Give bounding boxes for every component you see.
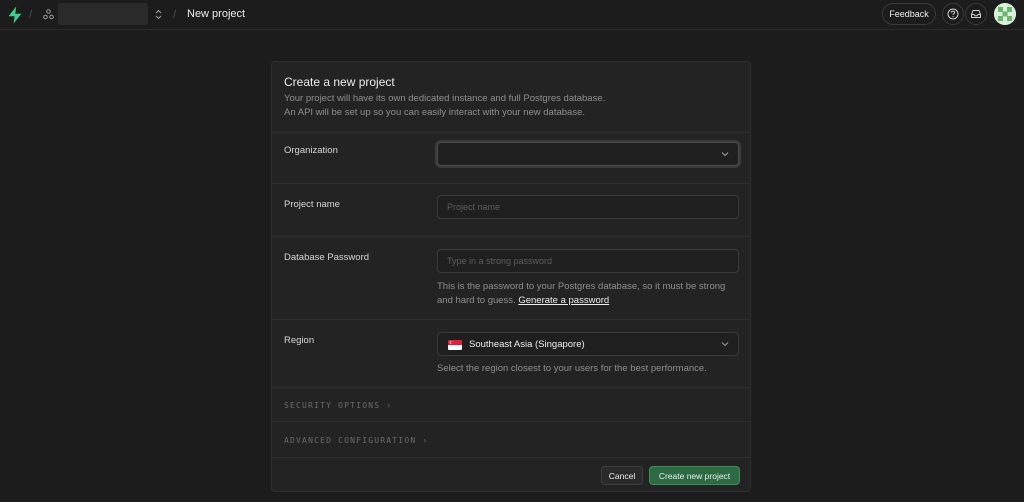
region-value: Southeast Asia (Singapore) bbox=[469, 339, 585, 350]
chevron-down-icon bbox=[721, 152, 729, 157]
breadcrumb-separator: / bbox=[173, 7, 177, 21]
advanced-configuration-row[interactable]: ADVANCED CONFIGURATION › bbox=[272, 422, 750, 457]
avatar-pattern-icon bbox=[994, 3, 1016, 25]
cancel-button[interactable]: Cancel bbox=[601, 466, 643, 485]
create-project-button[interactable]: Create new project bbox=[649, 466, 740, 485]
chevron-up-down-icon[interactable] bbox=[154, 8, 163, 21]
inbox-button[interactable] bbox=[965, 3, 987, 25]
organization-row: Organization bbox=[272, 133, 750, 184]
organization-label: Organization bbox=[284, 145, 338, 156]
help-icon bbox=[947, 8, 959, 20]
region-help-text: Select the region closest to your users … bbox=[437, 363, 707, 374]
create-project-card: Create a new project Your project will h… bbox=[271, 61, 751, 492]
user-avatar[interactable] bbox=[994, 3, 1016, 25]
advanced-configuration-toggle[interactable]: ADVANCED CONFIGURATION › bbox=[284, 436, 428, 445]
feedback-button[interactable]: Feedback bbox=[882, 3, 936, 25]
breadcrumb-separator: / bbox=[29, 7, 33, 21]
database-password-label: Database Password bbox=[284, 252, 370, 263]
singapore-flag-icon bbox=[448, 340, 462, 350]
supabase-logo-icon[interactable] bbox=[7, 6, 23, 24]
security-options-row[interactable]: SECURITY OPTIONS › bbox=[272, 388, 750, 422]
project-name-label: Project name bbox=[284, 199, 340, 210]
chevron-down-icon bbox=[721, 342, 729, 347]
chevron-right-icon: › bbox=[386, 401, 393, 410]
project-name-row: Project name bbox=[272, 184, 750, 237]
region-row: Region Southeast Asia (Singapore) Select… bbox=[272, 320, 750, 388]
top-bar: / / New project Feedback bbox=[0, 0, 1024, 30]
card-description: Your project will have its own dedicated… bbox=[284, 93, 606, 118]
region-label: Region bbox=[284, 335, 315, 346]
generate-password-link[interactable]: Generate a password bbox=[518, 295, 609, 306]
region-select[interactable]: Southeast Asia (Singapore) bbox=[437, 332, 739, 356]
inbox-icon bbox=[971, 10, 981, 18]
database-password-input[interactable] bbox=[437, 249, 739, 273]
page-title: New project bbox=[187, 8, 246, 20]
organization-select[interactable] bbox=[437, 142, 739, 166]
organization-switcher[interactable] bbox=[58, 3, 148, 25]
organization-icon bbox=[43, 9, 54, 20]
card-footer: Cancel Create new project bbox=[272, 457, 750, 491]
card-title: Create a new project bbox=[284, 75, 395, 89]
password-help-text: This is the password to your Postgres da… bbox=[437, 281, 726, 306]
chevron-right-icon: › bbox=[422, 436, 429, 445]
database-password-row: Database Password This is the password t… bbox=[272, 237, 750, 320]
project-name-input[interactable] bbox=[437, 195, 739, 219]
help-button[interactable] bbox=[942, 3, 964, 25]
security-options-toggle[interactable]: SECURITY OPTIONS › bbox=[284, 401, 392, 410]
card-header: Create a new project Your project will h… bbox=[272, 62, 750, 133]
